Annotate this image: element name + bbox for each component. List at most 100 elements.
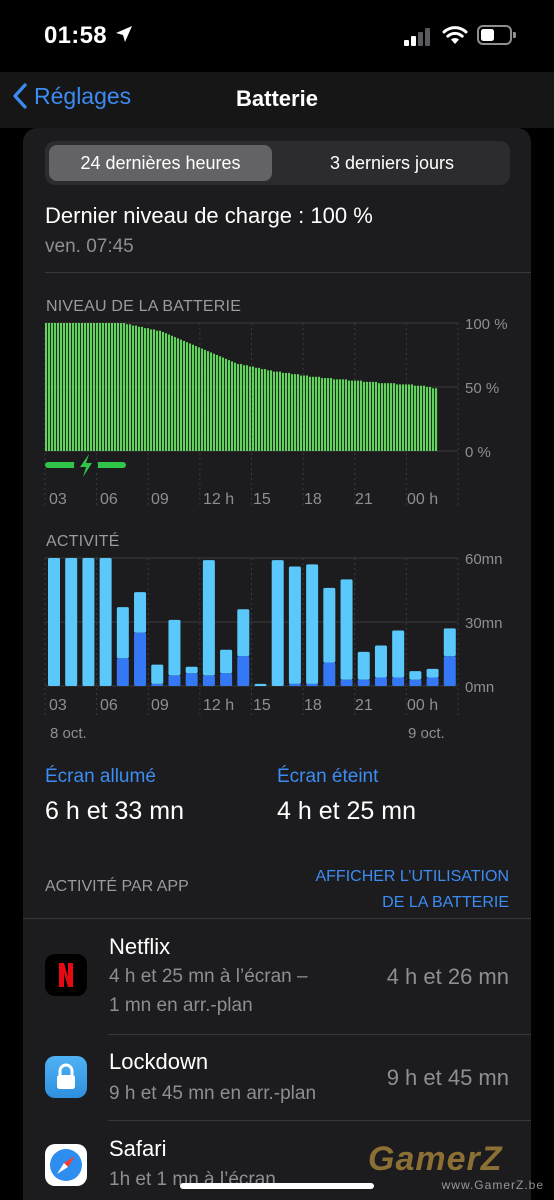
- battery-level-bar: [126, 324, 129, 451]
- activity-ytick-0: 0mn: [465, 679, 494, 696]
- screen-off-bar: [202, 675, 215, 686]
- app-detail: 4 h et 25 mn à l’écran –: [109, 966, 308, 987]
- battery-level-bar: [384, 383, 387, 451]
- screen-on-bar: [82, 558, 95, 686]
- screen-on-bar: [48, 558, 60, 686]
- app-row-lockdown[interactable]: Lockdown 9 h et 45 mn en arr.-plan 9 h e…: [23, 1034, 531, 1120]
- battery-level-bar: [171, 335, 174, 451]
- lock-icon: [45, 1056, 87, 1098]
- battery-level-bar: [66, 323, 69, 451]
- app-usage-time: 9 h et 45 mn: [386, 1065, 509, 1090]
- battery-level-bar: [228, 360, 231, 451]
- battery-level-bar: [336, 379, 339, 451]
- battery-level-bar: [225, 358, 228, 451]
- battery-level-bar: [426, 387, 429, 451]
- battery-level-bar: [312, 376, 315, 451]
- screen-off-bar: [374, 677, 387, 686]
- screen-on-bar: [220, 649, 233, 674]
- battery-level-bar: [366, 381, 369, 451]
- app-row-netflix[interactable]: Netflix 4 h et 25 mn à l’écran – 1 mn en…: [23, 918, 531, 1034]
- battery-level-bar: [93, 323, 96, 451]
- screen-on-bar: [374, 645, 387, 678]
- battery-level-bar: [129, 324, 132, 451]
- battery-level-bar: [240, 363, 243, 451]
- battery-level-bar: [54, 323, 57, 451]
- screen-off-bar: [237, 656, 250, 686]
- battery-level-bar: [246, 365, 249, 451]
- battery-level-bar: [198, 347, 201, 451]
- activity-xtick: 12 h: [203, 697, 234, 714]
- battery-level-bar: [96, 323, 99, 451]
- battery-level-bar: [345, 379, 348, 451]
- battery-level-bar: [258, 367, 261, 451]
- battery-level-bar: [309, 376, 312, 451]
- screen-on-bar: [288, 566, 301, 684]
- screen-off-bar: [168, 675, 181, 686]
- battery-level-bar: [291, 374, 294, 451]
- battery-level-bar: [393, 383, 396, 451]
- battery-level-bar: [147, 328, 150, 451]
- battery-level-bar: [396, 384, 399, 451]
- battery-level-bar: [270, 370, 273, 451]
- battery-level-bar: [417, 385, 420, 451]
- battery-level-bar: [249, 366, 252, 451]
- battery-level-bar: [255, 367, 258, 451]
- screen-on-value: 6 h et 33 mn: [45, 797, 184, 825]
- battery-level-bar: [90, 323, 93, 451]
- show-battery-usage-link[interactable]: AFFICHER L’UTILISATION DE LA BATTERIE: [269, 864, 509, 916]
- battery-level-bar: [51, 323, 54, 451]
- battery-level-bar: [84, 323, 87, 451]
- app-activity-header: ACTIVITÉ PAR APP: [45, 878, 189, 895]
- battery-level-bar: [237, 363, 240, 451]
- battery-level-bar: [156, 330, 159, 451]
- battery-level-bar: [390, 383, 393, 451]
- battery-level-bar: [222, 357, 225, 451]
- battery-level-bar: [273, 371, 276, 451]
- battery-level-bar: [423, 385, 426, 451]
- battery-level-bar: [429, 387, 432, 451]
- battery-ytick-50: 50 %: [465, 380, 499, 397]
- battery-level-bar: [141, 326, 144, 451]
- battery-level-bar: [297, 374, 300, 451]
- battery-level-bar: [45, 323, 48, 451]
- battery-level-bar: [72, 323, 75, 451]
- screen-on-bar: [151, 664, 164, 684]
- battery-level-bar: [375, 381, 378, 451]
- battery-level-bar: [294, 374, 297, 451]
- battery-xtick: 06: [100, 491, 118, 508]
- screen-off-bar: [306, 683, 319, 686]
- battery-level-bar: [324, 378, 327, 451]
- battery-level-bar: [354, 380, 357, 451]
- battery-level-bar: [432, 388, 435, 451]
- battery-level-bar: [138, 326, 141, 451]
- screen-on-bar: [65, 558, 78, 686]
- battery-level-bar: [315, 376, 318, 451]
- app-name: Netflix: [109, 934, 171, 959]
- battery-level-bar: [177, 338, 180, 451]
- battery-level-bar: [402, 384, 405, 451]
- battery-level-chart: 100 % 50 % 0 % 03 06 09 12 h 15 18 21 00…: [44, 316, 508, 508]
- battery-level-bar: [108, 323, 111, 451]
- segment-24-hours[interactable]: 24 dernières heures: [49, 145, 272, 181]
- battery-ytick-100: 100 %: [465, 316, 508, 333]
- status-bar: 01:58: [0, 0, 554, 70]
- screen-off-bar: [323, 662, 336, 686]
- segment-3-days[interactable]: 3 derniers jours: [278, 145, 506, 181]
- battery-level-bar: [102, 323, 105, 451]
- screen-on-bar: [306, 564, 319, 684]
- battery-level-bar: [186, 342, 189, 451]
- last-charge-date: ven. 07:45: [45, 236, 134, 257]
- battery-level-bar: [81, 323, 84, 451]
- battery-level-bar: [78, 323, 81, 451]
- battery-level-bar: [48, 323, 51, 451]
- activity-xtick: 09: [151, 697, 169, 714]
- screen-off-bar: [116, 658, 129, 686]
- battery-ytick-0: 0 %: [465, 444, 491, 461]
- screen-on-bar: [99, 558, 112, 686]
- page-title: Batterie: [236, 86, 318, 111]
- screen-off-bar: [134, 632, 147, 686]
- battery-level-bar: [234, 362, 237, 451]
- battery-xtick: 12 h: [203, 491, 234, 508]
- battery-level-bar: [399, 384, 402, 451]
- battery-xtick: 03: [49, 491, 67, 508]
